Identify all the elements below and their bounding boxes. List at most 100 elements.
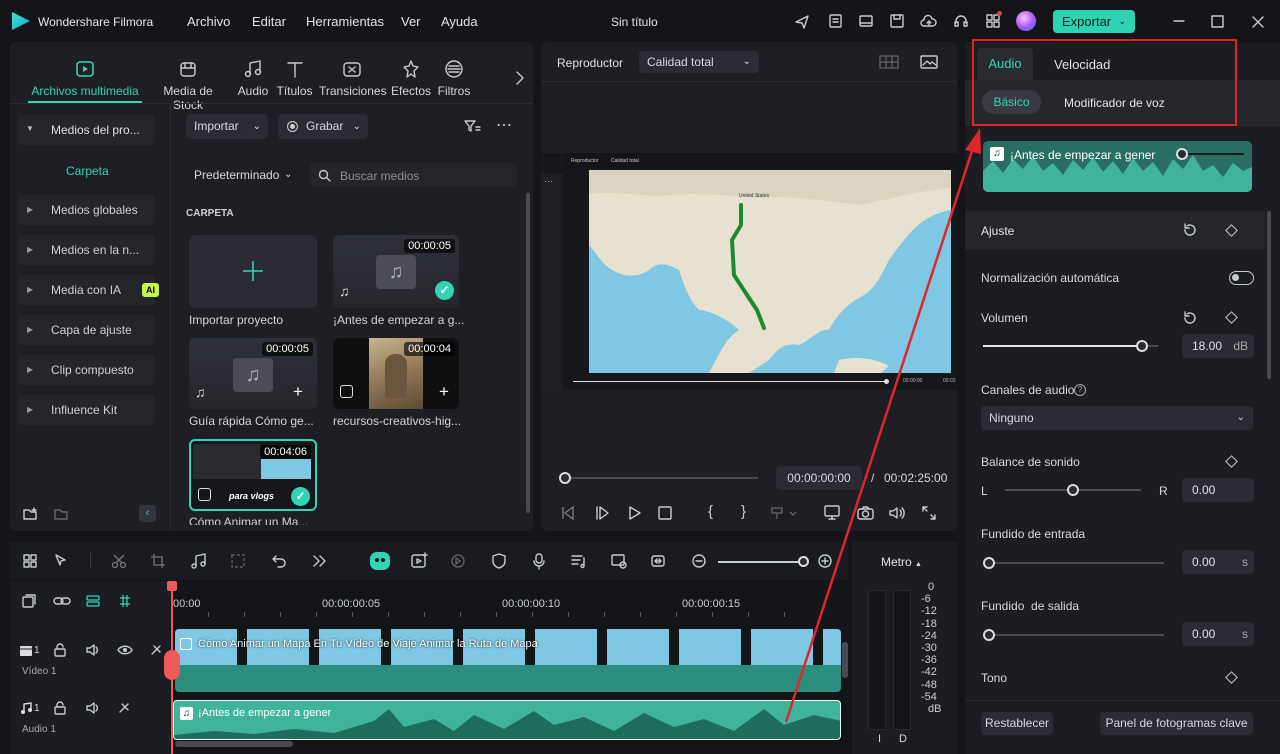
display-icon[interactable] xyxy=(823,504,843,522)
menu-herramientas[interactable]: Herramientas xyxy=(306,14,384,29)
lock-icon[interactable] xyxy=(53,643,67,657)
snapshot-view-icon[interactable] xyxy=(920,55,938,69)
timeline-h-scrollbar[interactable] xyxy=(175,741,293,747)
sort-dropdown[interactable]: Predeterminado ⌄ xyxy=(186,163,302,187)
channels-dropdown[interactable]: Ninguno ⌄ xyxy=(981,406,1253,430)
volume-icon[interactable] xyxy=(888,505,906,521)
fade-in-input[interactable]: 0.00 s xyxy=(1182,550,1254,574)
normalization-toggle[interactable] xyxy=(1229,271,1254,285)
sidebar-item-clip-compuesto[interactable]: ▶ Clip compuesto xyxy=(18,355,155,385)
save-icon[interactable] xyxy=(889,13,905,29)
media-scrollbar[interactable] xyxy=(526,193,530,513)
ai-effect-icon[interactable] xyxy=(410,552,428,570)
media-item-image[interactable]: 00:00:04 + xyxy=(333,338,459,409)
filter-sort-icon[interactable] xyxy=(463,118,481,134)
fade-in-slider-knob[interactable] xyxy=(983,557,995,569)
scissors-icon[interactable] xyxy=(111,553,127,569)
cloud-upload-icon[interactable] xyxy=(920,13,938,29)
close-icon[interactable] xyxy=(1251,15,1265,29)
sidebar-item-medios-globales[interactable]: ▶ Medios globales xyxy=(18,195,155,225)
video-clip[interactable]: Cómo Animar un Mapa En Tu Vídeo de Viaje… xyxy=(175,629,841,692)
play-frame-icon[interactable] xyxy=(594,505,610,521)
nav-filtros[interactable]: Filtros xyxy=(437,58,471,98)
menu-editar[interactable]: Editar xyxy=(252,14,286,29)
playhead-handle[interactable] xyxy=(167,581,177,591)
auto-reframe-icon[interactable] xyxy=(610,552,628,570)
fade-in-slider-track[interactable] xyxy=(989,562,1164,564)
insert-icon[interactable] xyxy=(770,505,798,521)
fade-out-slider-track[interactable] xyxy=(989,634,1164,636)
select-tool-icon[interactable] xyxy=(53,553,69,569)
sidebar-item-capa-ajuste[interactable]: ▶ Capa de ajuste xyxy=(18,315,155,345)
sidebar-folder[interactable]: Carpeta xyxy=(66,164,109,178)
preview-knob[interactable] xyxy=(1176,148,1188,160)
camera-icon[interactable] xyxy=(857,505,874,521)
media-item-video[interactable]: 00:04:06 para vlogs ✓ xyxy=(189,439,317,511)
mark-in-icon[interactable]: { xyxy=(708,503,713,520)
grid-view-icon[interactable] xyxy=(879,55,899,69)
maximize-icon[interactable] xyxy=(1211,15,1225,29)
import-button[interactable]: Importar ⌄ xyxy=(186,114,268,139)
crop-icon[interactable] xyxy=(150,553,166,569)
zoom-out-icon[interactable] xyxy=(691,553,707,569)
layout-grid-icon[interactable] xyxy=(22,553,38,569)
fullscreen-icon[interactable] xyxy=(921,505,937,521)
mute-auto-icon[interactable] xyxy=(149,643,163,657)
playhead-marker[interactable] xyxy=(164,650,180,680)
help-icon[interactable]: ? xyxy=(1074,384,1086,396)
panel-scrollbar[interactable] xyxy=(1267,211,1271,379)
menu-archivo[interactable]: Archivo xyxy=(187,14,230,29)
reset-button[interactable]: Restablecer xyxy=(981,712,1053,735)
link-icon[interactable] xyxy=(53,593,71,609)
speaker-icon[interactable] xyxy=(85,701,101,715)
nav-transiciones[interactable]: Transiciones xyxy=(319,58,387,98)
balance-slider-knob[interactable] xyxy=(1067,484,1079,496)
reset-icon[interactable] xyxy=(1182,310,1198,326)
magnet-track-icon[interactable] xyxy=(85,593,101,609)
current-time-box[interactable]: 00:00:00:00 xyxy=(776,466,862,490)
menu-ayuda[interactable]: Ayuda xyxy=(441,14,478,29)
audio-track-icon[interactable] xyxy=(570,552,588,570)
avatar[interactable] xyxy=(1016,11,1036,31)
add-icon[interactable]: + xyxy=(293,382,303,402)
collapse-sidebar-button[interactable]: ‹ xyxy=(139,505,156,522)
nav-audio[interactable]: Audio xyxy=(235,58,271,98)
nav-efectos[interactable]: Efectos xyxy=(391,58,431,98)
sidebar-project[interactable]: ▼ Medios del pro... xyxy=(18,115,155,145)
speaker-icon[interactable] xyxy=(85,643,101,657)
export-button[interactable]: Exportar ⌄ xyxy=(1053,10,1135,33)
import-project-tile[interactable] xyxy=(189,235,317,308)
sidebar-item-media-ia[interactable]: ▶ Media con IA AI xyxy=(18,275,159,305)
more-tools-icon[interactable] xyxy=(311,553,327,569)
media-item-audio-1[interactable]: ♫ 00:00:05 ♫ ✓ xyxy=(333,235,459,308)
eye-icon[interactable] xyxy=(117,644,133,656)
prev-frame-icon[interactable] xyxy=(560,505,576,521)
sidebar-item-medios-nube[interactable]: ▶ Medios en la n... xyxy=(18,235,155,265)
speed-icon[interactable] xyxy=(450,553,466,569)
add-track-icon[interactable] xyxy=(21,593,37,609)
record-button[interactable]: Grabar ⌄ xyxy=(278,114,368,139)
nav-titulos[interactable]: Títulos xyxy=(276,58,313,98)
timeline-v-scrollbar[interactable] xyxy=(842,642,848,678)
search-input[interactable]: Buscar medios xyxy=(310,163,517,187)
microphone-icon[interactable] xyxy=(531,552,547,570)
mark-out-icon[interactable]: } xyxy=(741,503,746,520)
zoom-slider-track[interactable] xyxy=(718,561,804,563)
add-icon[interactable]: + xyxy=(439,382,449,402)
headset-icon[interactable] xyxy=(953,13,969,29)
ai-assistant-icon[interactable] xyxy=(370,552,390,570)
fade-out-input[interactable]: 0.00 s xyxy=(1182,622,1254,646)
meter-dropdown[interactable]: Metro ▲ xyxy=(881,555,922,569)
audio-clip[interactable]: ♫ ¡Antes de empezar a gener xyxy=(173,700,841,740)
undo-icon[interactable] xyxy=(271,553,287,569)
playhead-knob[interactable] xyxy=(559,472,571,484)
volume-input[interactable]: 18.00 dB xyxy=(1182,334,1254,358)
play-icon[interactable] xyxy=(626,505,642,521)
nav-archivos-multimedia[interactable]: Archivos multimedia xyxy=(28,58,142,98)
media-item-audio-2[interactable]: ♫ 00:00:05 ♫ + xyxy=(189,338,317,409)
playback-track[interactable] xyxy=(565,477,758,479)
chevron-right-icon[interactable] xyxy=(514,70,526,86)
more-options-icon[interactable]: ⋯ xyxy=(496,115,513,135)
lock-icon[interactable] xyxy=(53,701,67,715)
send-icon[interactable] xyxy=(794,14,810,30)
